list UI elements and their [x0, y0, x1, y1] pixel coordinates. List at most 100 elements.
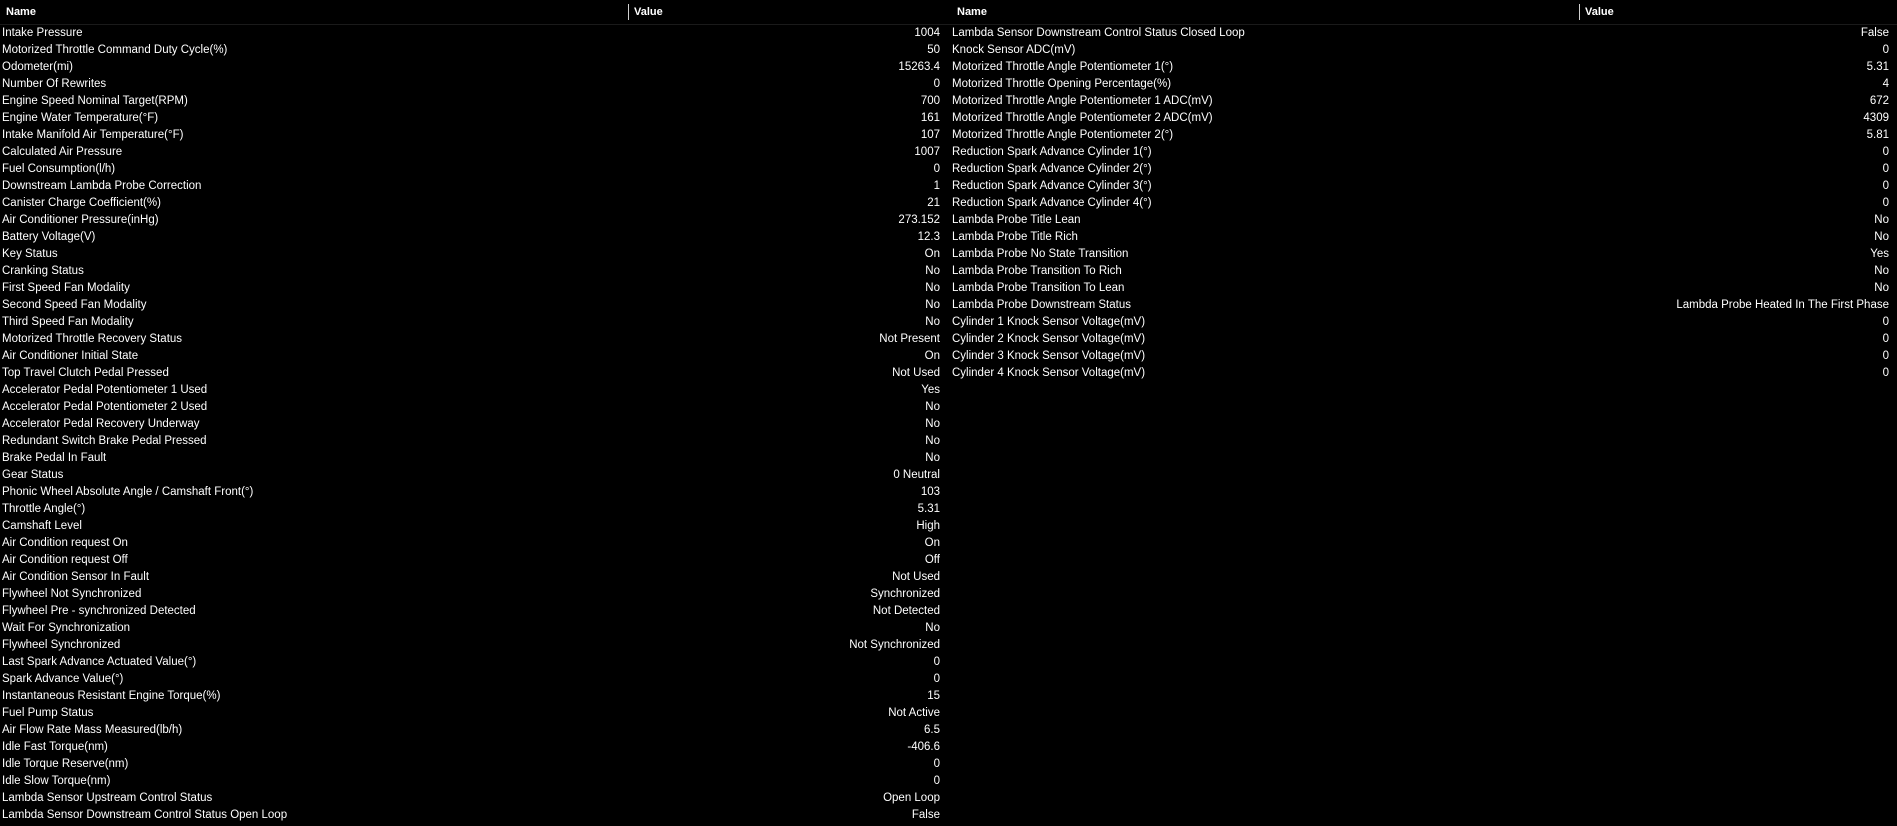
parameter-value: No: [925, 622, 940, 634]
parameter-value: No: [925, 282, 940, 294]
table-row[interactable]: Instantaneous Resistant Engine Torque(%)…: [0, 688, 951, 705]
left-column-header-value[interactable]: Value: [628, 0, 951, 24]
table-row[interactable]: Lambda Probe No State Transition Yes: [951, 246, 1897, 263]
table-row[interactable]: Gear Status 0 Neutral: [0, 467, 951, 484]
table-row[interactable]: Motorized Throttle Angle Potentiometer 1…: [951, 59, 1897, 76]
parameter-value: 0: [933, 656, 940, 668]
table-row[interactable]: Air Condition request On On: [0, 535, 951, 552]
table-row[interactable]: Reduction Spark Advance Cylinder 3(°) 0: [951, 178, 1897, 195]
table-row[interactable]: Last Spark Advance Actuated Value(°) 0: [0, 654, 951, 671]
parameter-name: Motorized Throttle Angle Potentiometer 1…: [952, 95, 1213, 107]
table-row[interactable]: Canister Charge Coefficient(%) 21: [0, 195, 951, 212]
parameter-value: Not Synchronized: [849, 639, 940, 651]
right-table-header: Name Value: [951, 0, 1897, 25]
parameter-value: 672: [1869, 95, 1889, 107]
table-row[interactable]: Cylinder 1 Knock Sensor Voltage(mV) 0: [951, 314, 1897, 331]
table-row[interactable]: Motorized Throttle Angle Potentiometer 1…: [951, 93, 1897, 110]
table-row[interactable]: Idle Slow Torque(nm) 0: [0, 773, 951, 790]
right-column-header-name[interactable]: Name: [951, 0, 1579, 24]
parameter-name: Lambda Probe Transition To Lean: [952, 282, 1125, 294]
parameter-value: False: [1860, 27, 1889, 39]
table-row[interactable]: Odometer(mi) 15263.4: [0, 59, 951, 76]
parameter-name: Spark Advance Value(°): [2, 673, 124, 685]
table-row[interactable]: Motorized Throttle Opening Percentage(%)…: [951, 76, 1897, 93]
left-table-body: Intake Pressure 1004 Motorized Throttle Co…: [0, 25, 951, 824]
right-column-resize-handle[interactable]: [1579, 4, 1580, 20]
table-row[interactable]: Top Travel Clutch Pedal Pressed Not Used: [0, 365, 951, 382]
table-row[interactable]: Motorized Throttle Angle Potentiometer 2…: [951, 110, 1897, 127]
parameter-value: 0: [1882, 180, 1889, 192]
table-row[interactable]: Motorized Throttle Command Duty Cycle(%)…: [0, 42, 951, 59]
parameter-name: Fuel Consumption(l/h): [2, 163, 116, 175]
table-row[interactable]: Battery Voltage(V) 12.3: [0, 229, 951, 246]
table-row[interactable]: Redundant Switch Brake Pedal Pressed No: [0, 433, 951, 450]
table-row[interactable]: Reduction Spark Advance Cylinder 1(°) 0: [951, 144, 1897, 161]
table-row[interactable]: Air Conditioner Initial State On: [0, 348, 951, 365]
table-row[interactable]: Fuel Consumption(l/h) 0: [0, 161, 951, 178]
parameter-name: Lambda Sensor Upstream Control Status: [2, 792, 213, 804]
parameter-name: Cranking Status: [2, 265, 84, 277]
table-row[interactable]: Lambda Probe Title Rich No: [951, 229, 1897, 246]
table-row[interactable]: Engine Water Temperature(°F) 161: [0, 110, 951, 127]
right-table-body: Lambda Sensor Downstream Control Status …: [951, 25, 1897, 382]
table-row[interactable]: Cranking Status No: [0, 263, 951, 280]
table-row[interactable]: Lambda Probe Transition To Lean No: [951, 280, 1897, 297]
table-row[interactable]: Throttle Angle(°) 5.31: [0, 501, 951, 518]
table-row[interactable]: Accelerator Pedal Potentiometer 1 Used Ye…: [0, 382, 951, 399]
table-row[interactable]: Third Speed Fan Modality No: [0, 314, 951, 331]
table-row[interactable]: Reduction Spark Advance Cylinder 2(°) 0: [951, 161, 1897, 178]
table-row[interactable]: Intake Manifold Air Temperature(°F) 107: [0, 127, 951, 144]
parameter-name: Flywheel Synchronized: [2, 639, 121, 651]
table-row[interactable]: Spark Advance Value(°) 0: [0, 671, 951, 688]
table-row[interactable]: Flywheel Pre - synchronized Detected Not …: [0, 603, 951, 620]
table-row[interactable]: Key Status On: [0, 246, 951, 263]
table-row[interactable]: Phonic Wheel Absolute Angle / Camshaft F…: [0, 484, 951, 501]
table-row[interactable]: Lambda Sensor Downstream Control Status …: [0, 807, 951, 824]
table-row[interactable]: Lambda Sensor Downstream Control Status …: [951, 25, 1897, 42]
table-row[interactable]: Lambda Probe Title Lean No: [951, 212, 1897, 229]
table-row[interactable]: First Speed Fan Modality No: [0, 280, 951, 297]
table-row[interactable]: Air Condition Sensor In Fault Not Used: [0, 569, 951, 586]
table-row[interactable]: Second Speed Fan Modality No: [0, 297, 951, 314]
table-row[interactable]: Air Condition request Off Off: [0, 552, 951, 569]
table-row[interactable]: Motorized Throttle Angle Potentiometer 2…: [951, 127, 1897, 144]
table-row[interactable]: Motorized Throttle Recovery Status Not Pr…: [0, 331, 951, 348]
left-column-header-name[interactable]: Name: [0, 0, 628, 24]
parameter-name: Number Of Rewrites: [2, 78, 107, 90]
table-row[interactable]: Air Flow Rate Mass Measured(lb/h) 6.5: [0, 722, 951, 739]
table-row[interactable]: Lambda Probe Transition To Rich No: [951, 263, 1897, 280]
table-row[interactable]: Knock Sensor ADC(mV) 0: [951, 42, 1897, 59]
table-row[interactable]: Lambda Probe Downstream Status Lambda Pro…: [951, 297, 1897, 314]
table-row[interactable]: Cylinder 4 Knock Sensor Voltage(mV) 0: [951, 365, 1897, 382]
parameter-name: Accelerator Pedal Potentiometer 2 Used: [2, 401, 208, 413]
table-row[interactable]: Lambda Sensor Upstream Control Status Ope…: [0, 790, 951, 807]
table-row[interactable]: Flywheel Synchronized Not Synchronized: [0, 637, 951, 654]
parameter-value: False: [911, 809, 940, 821]
parameter-name: Motorized Throttle Angle Potentiometer 2…: [952, 129, 1174, 141]
table-row[interactable]: Calculated Air Pressure 1007: [0, 144, 951, 161]
table-row[interactable]: Idle Torque Reserve(nm) 0: [0, 756, 951, 773]
table-row[interactable]: Camshaft Level High: [0, 518, 951, 535]
table-row[interactable]: Flywheel Not Synchronized Synchronized: [0, 586, 951, 603]
parameter-name: Lambda Probe Title Lean: [952, 214, 1081, 226]
table-row[interactable]: Fuel Pump Status Not Active: [0, 705, 951, 722]
table-row[interactable]: Accelerator Pedal Potentiometer 2 Used No: [0, 399, 951, 416]
table-row[interactable]: Cylinder 3 Knock Sensor Voltage(mV) 0: [951, 348, 1897, 365]
table-row[interactable]: Downstream Lambda Probe Correction 1: [0, 178, 951, 195]
table-row[interactable]: Idle Fast Torque(nm) -406.6: [0, 739, 951, 756]
table-row[interactable]: Accelerator Pedal Recovery Underway No: [0, 416, 951, 433]
table-row[interactable]: Number Of Rewrites 0: [0, 76, 951, 93]
table-row[interactable]: Reduction Spark Advance Cylinder 4(°) 0: [951, 195, 1897, 212]
parameter-name: Air Conditioner Initial State: [2, 350, 139, 362]
table-row[interactable]: Engine Speed Nominal Target(RPM) 700: [0, 93, 951, 110]
table-row[interactable]: Cylinder 2 Knock Sensor Voltage(mV) 0: [951, 331, 1897, 348]
right-column-header-value[interactable]: Value: [1579, 0, 1897, 24]
table-row[interactable]: Intake Pressure 1004: [0, 25, 951, 42]
table-row[interactable]: Wait For Synchronization No: [0, 620, 951, 637]
left-column-resize-handle[interactable]: [628, 4, 629, 20]
table-row[interactable]: Air Conditioner Pressure(inHg) 273.152: [0, 212, 951, 229]
parameter-name: Lambda Probe Downstream Status: [952, 299, 1131, 311]
parameter-name: Cylinder 3 Knock Sensor Voltage(mV): [952, 350, 1146, 362]
parameter-name: Air Condition Sensor In Fault: [2, 571, 150, 583]
table-row[interactable]: Brake Pedal In Fault No: [0, 450, 951, 467]
